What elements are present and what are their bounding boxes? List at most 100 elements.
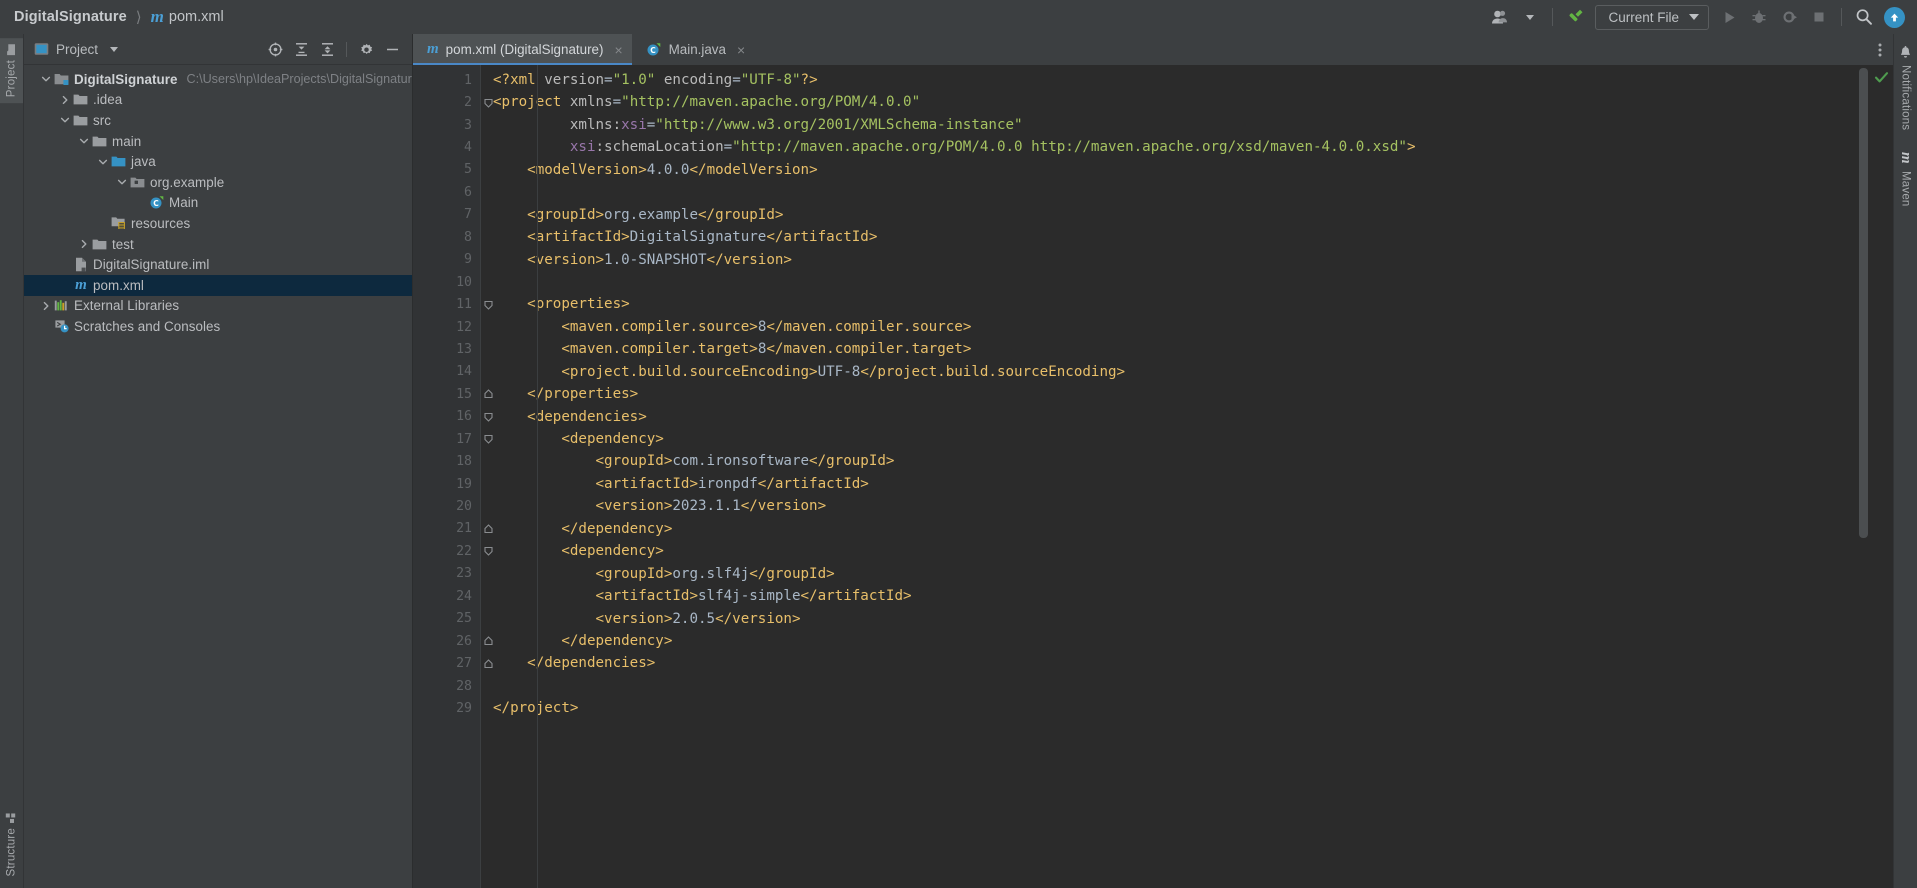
code-line[interactable]: <groupId>org.slf4j</groupId> [481, 563, 1869, 585]
tree-node-java[interactable]: java [24, 151, 412, 172]
build-project-button[interactable] [1560, 4, 1590, 30]
code-line[interactable]: xmlns:xsi="http://www.w3.org/2001/XMLSch… [481, 114, 1869, 136]
tool-window-maven[interactable]: m Maven [1893, 146, 1917, 212]
update-button[interactable] [1879, 4, 1909, 30]
scrollbar-thumb[interactable] [1859, 68, 1868, 538]
user-account-button[interactable] [1485, 4, 1515, 30]
tree-node-scratches-and-consoles[interactable]: Scratches and Consoles [24, 316, 412, 337]
close-icon[interactable]: × [737, 43, 745, 57]
project-tree[interactable]: DigitalSignature C:\Users\hp\IdeaProjects… [24, 65, 412, 888]
code-line[interactable]: <modelVersion>4.0.0</modelVersion> [481, 159, 1869, 181]
chevron-down-icon[interactable] [114, 177, 129, 187]
code-token: "http://www.w3.org/2001/XMLSchema-instan… [655, 116, 1023, 133]
code-line[interactable]: </dependency> [481, 518, 1869, 540]
folder-icon [91, 238, 108, 251]
tree-node-resources[interactable]: resources [24, 213, 412, 234]
chevron-down-icon[interactable] [76, 136, 91, 146]
breadcrumb-project[interactable]: DigitalSignature [14, 9, 127, 25]
code-line[interactable]: <version>1.0-SNAPSHOT</version> [481, 249, 1869, 271]
code-token: <groupId> [527, 206, 605, 223]
tree-node-org-example[interactable]: org.example [24, 172, 412, 193]
hide-panel-button[interactable] [380, 38, 404, 60]
code-token: </groupId> [809, 453, 895, 470]
toolbar-actions: Current File [1485, 4, 1909, 30]
code-line[interactable]: <?xml version="1.0" encoding="UTF-8"?> [481, 69, 1869, 91]
expand-all-button[interactable] [289, 38, 313, 60]
code-line[interactable]: <version>2.0.5</version> [481, 608, 1869, 630]
editor-scrollbar[interactable] [1858, 65, 1869, 888]
code-line[interactable]: </dependency> [481, 630, 1869, 652]
editor-options-button[interactable] [1867, 34, 1893, 65]
chevron-down-icon[interactable] [57, 115, 72, 125]
chevron-down-icon[interactable] [95, 157, 110, 167]
gear-icon[interactable] [354, 38, 378, 60]
code-line[interactable]: <version>2023.1.1</version> [481, 495, 1869, 517]
code-line[interactable]: <artifactId>ironpdf</artifactId> [481, 473, 1869, 495]
editor-tab-pom-xml[interactable]: m pom.xml (DigitalSignature) × [413, 34, 632, 65]
code-line[interactable]: </dependencies> [481, 652, 1869, 674]
code-content[interactable]: <?xml version="1.0" encoding="UTF-8"?> <p… [481, 65, 1869, 888]
tool-window-notifications[interactable]: Notifications [1895, 40, 1916, 136]
chevron-right-icon[interactable] [38, 301, 53, 311]
chevron-down-icon[interactable] [110, 46, 119, 52]
code-line[interactable]: </project> [481, 697, 1869, 719]
tree-node-main[interactable]: main [24, 131, 412, 152]
editor-tab-main-java[interactable]: C Main.java × [632, 34, 755, 65]
code-line[interactable]: <dependencies> [481, 406, 1869, 428]
close-icon[interactable]: × [614, 43, 622, 57]
run-with-coverage-button[interactable] [1774, 4, 1804, 30]
chevron-right-icon[interactable] [76, 239, 91, 249]
code-line[interactable]: <maven.compiler.source>8</maven.compiler… [481, 316, 1869, 338]
maven-icon: m [1898, 152, 1914, 163]
inspection-gutter[interactable] [1869, 65, 1893, 888]
chevron-right-icon[interactable] [57, 95, 72, 105]
tree-node-test[interactable]: test [24, 234, 412, 255]
code-line[interactable] [481, 181, 1869, 203]
chevron-down-icon[interactable] [38, 74, 53, 84]
tree-node-idea[interactable]: .idea [24, 90, 412, 111]
line-number: 26 [413, 630, 493, 652]
tree-node-main[interactable]: C Main [24, 193, 412, 214]
code-line[interactable]: <dependency> [481, 428, 1869, 450]
debug-button[interactable] [1744, 4, 1774, 30]
select-opened-file-button[interactable] [263, 38, 287, 60]
breadcrumb-file[interactable]: pom.xml [169, 9, 224, 25]
stop-button[interactable] [1804, 4, 1834, 30]
code-token: </groupId> [749, 565, 835, 582]
code-line[interactable]: <artifactId>DigitalSignature</artifactId… [481, 226, 1869, 248]
code-token: </dependency> [561, 632, 673, 649]
code-line[interactable] [481, 675, 1869, 697]
tree-node-digitalsignature-iml[interactable]: DigitalSignature.iml [24, 254, 412, 275]
tree-node-src[interactable]: src [24, 110, 412, 131]
code-line[interactable] [481, 271, 1869, 293]
line-number: 18 [456, 454, 472, 470]
code-line[interactable]: <project.build.sourceEncoding>UTF-8</pro… [481, 361, 1869, 383]
line-number: 5 [464, 162, 472, 178]
code-line[interactable]: <maven.compiler.target>8</maven.compiler… [481, 338, 1869, 360]
code-line[interactable]: xsi:schemaLocation="http://maven.apache.… [481, 136, 1869, 158]
code-line[interactable]: <groupId>org.example</groupId> [481, 204, 1869, 226]
run-configuration-selector[interactable]: Current File [1595, 4, 1709, 30]
code-line[interactable]: <project xmlns="http://maven.apache.org/… [481, 91, 1869, 113]
code-token: 4.0.0 [646, 161, 690, 178]
code-line[interactable]: <groupId>com.ironsoftware</groupId> [481, 450, 1869, 472]
run-button[interactable] [1714, 4, 1744, 30]
code-token: slf4j-simple [698, 588, 801, 605]
code-line[interactable]: <dependency> [481, 540, 1869, 562]
collapse-all-button[interactable] [315, 38, 339, 60]
editor-area: m pom.xml (DigitalSignature) × C Main.java × … [413, 34, 1893, 888]
tree-node-digitalsignature[interactable]: DigitalSignature C:\Users\hp\IdeaProjects… [24, 69, 412, 90]
code-line[interactable]: <properties> [481, 293, 1869, 315]
tool-window-project[interactable]: Project [0, 38, 23, 104]
search-everywhere-button[interactable] [1849, 4, 1879, 30]
tool-window-structure[interactable]: Structure [0, 805, 23, 882]
line-number: 19 [456, 476, 472, 492]
code-line[interactable]: <artifactId>slf4j-simple</artifactId> [481, 585, 1869, 607]
code-line[interactable]: </properties> [481, 383, 1869, 405]
tree-node-pom-xml[interactable]: m pom.xml [24, 274, 412, 296]
user-account-dropdown[interactable] [1515, 4, 1545, 30]
editor-gutter[interactable]: 1 2 3 4 5 6 7 8 9 10 11 12 13 14 15 16 17 18 19 20 21 22 23 24 2… [413, 65, 493, 888]
tree-node-external-libraries[interactable]: External Libraries [24, 296, 412, 317]
code-token: "UTF-8" [740, 72, 801, 88]
